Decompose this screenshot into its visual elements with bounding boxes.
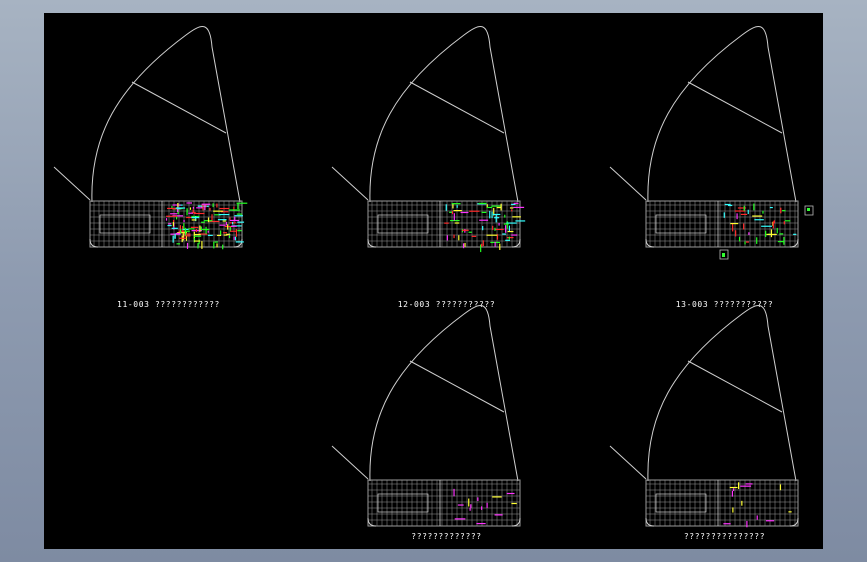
stray-block-2-fill (722, 253, 725, 257)
drawing-viewport[interactable]: 11-003 ???????????? 12-003 ??????????? 1… (44, 13, 823, 549)
stray-blocks (719, 205, 814, 260)
stray-block-1-fill (807, 208, 810, 211)
